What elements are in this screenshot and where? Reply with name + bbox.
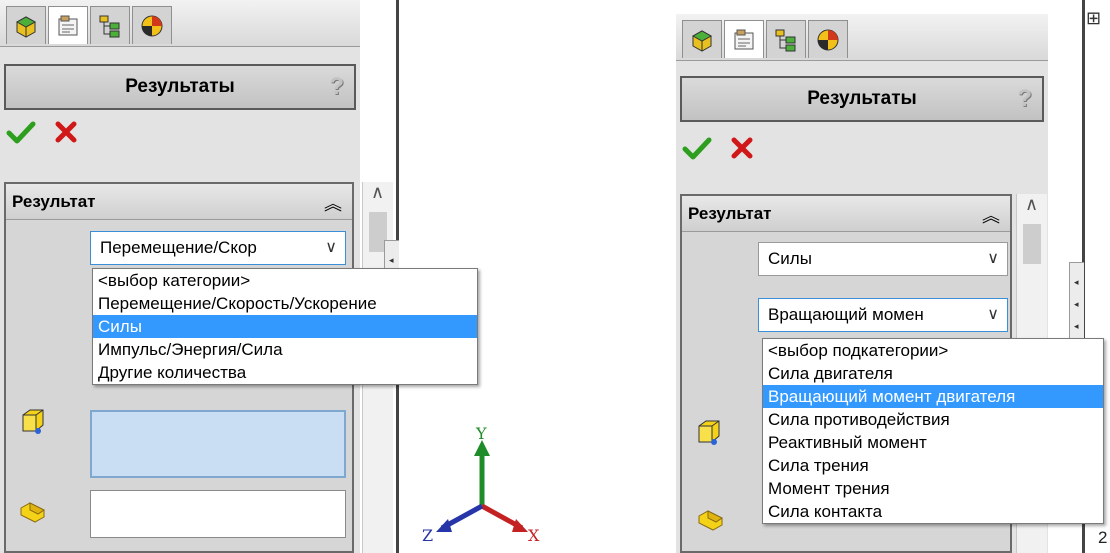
display-manager-icon bbox=[815, 27, 841, 53]
tab-configuration-manager[interactable] bbox=[90, 6, 130, 44]
chevron-down-icon: ∨ bbox=[987, 306, 999, 323]
category-combo-value: Силы bbox=[768, 249, 812, 268]
tab-property-manager[interactable] bbox=[48, 6, 88, 44]
left-selection-box[interactable] bbox=[90, 410, 346, 478]
left-ok-cancel bbox=[6, 120, 92, 144]
tab-configuration-manager[interactable] bbox=[766, 20, 806, 58]
dropdown-option[interactable]: Сила трения bbox=[763, 454, 1103, 477]
right-title-bar: Результаты ? bbox=[680, 76, 1044, 122]
result-group-header[interactable]: Результат ︽ bbox=[682, 196, 1010, 232]
right-property-manager: Результаты ? Результат ︽ Силы ∨ Вращающи… bbox=[676, 0, 1110, 553]
dropdown-option-selected[interactable]: Силы bbox=[93, 315, 477, 338]
category-combo-value: Перемещение/Скор bbox=[100, 238, 257, 257]
tab-display-manager[interactable] bbox=[808, 20, 848, 58]
cancel-x-icon[interactable] bbox=[730, 137, 768, 159]
tab-feature-manager[interactable] bbox=[6, 6, 46, 44]
tab-display-manager[interactable] bbox=[132, 6, 172, 44]
category-dropdown-list[interactable]: <выбор категории> Перемещение/Скорость/У… bbox=[92, 268, 478, 385]
panel-title: Результаты bbox=[125, 76, 235, 97]
dropdown-option[interactable]: Сила противодействия bbox=[763, 408, 1103, 431]
chevron-down-icon: ∨ bbox=[325, 239, 337, 256]
ok-check-icon[interactable] bbox=[6, 121, 54, 144]
left-title-bar: Результаты ? bbox=[4, 64, 356, 110]
dropdown-option[interactable]: <выбор подкатегории> bbox=[763, 339, 1103, 362]
subcategory-dropdown-list[interactable]: <выбор подкатегории> Сила двигателя Вращ… bbox=[762, 338, 1104, 524]
tab-feature-manager[interactable] bbox=[682, 20, 722, 58]
face-select-icon bbox=[696, 418, 722, 451]
feature-manager-icon bbox=[13, 13, 39, 39]
help-icon[interactable]: ? bbox=[1017, 85, 1032, 113]
collapse-chevron-icon[interactable]: ︽ bbox=[324, 190, 342, 216]
configuration-manager-icon bbox=[773, 27, 799, 53]
dropdown-option[interactable]: Другие количества bbox=[93, 361, 477, 384]
component-icon bbox=[18, 498, 48, 529]
dropdown-option[interactable]: <выбор категории> bbox=[93, 269, 477, 292]
dropdown-option-selected[interactable]: Вращающий момент двигателя bbox=[763, 385, 1103, 408]
collapse-chevron-icon[interactable]: ︽ bbox=[982, 202, 1000, 228]
display-manager-icon bbox=[139, 13, 165, 39]
tree-expand-icon[interactable]: ⊞ bbox=[1086, 8, 1101, 29]
property-manager-icon bbox=[731, 27, 757, 53]
scroll-up-icon[interactable]: ∧ bbox=[371, 182, 384, 203]
property-manager-icon bbox=[55, 13, 81, 39]
scroll-thumb[interactable] bbox=[1023, 224, 1041, 264]
dropdown-option[interactable]: Сила контакта bbox=[763, 500, 1103, 523]
scroll-up-icon[interactable]: ∧ bbox=[1025, 194, 1038, 215]
right-tab-bar bbox=[676, 14, 1048, 61]
edge-label: 2 bbox=[1098, 528, 1108, 547]
category-combo[interactable]: Силы ∨ bbox=[758, 242, 1008, 276]
category-combo[interactable]: Перемещение/Скор ∨ bbox=[90, 231, 346, 265]
component-icon bbox=[696, 506, 726, 537]
dropdown-option[interactable]: Импульс/Энергия/Сила bbox=[93, 338, 477, 361]
configuration-manager-icon bbox=[97, 13, 123, 39]
dropdown-option[interactable]: Реактивный момент bbox=[763, 431, 1103, 454]
right-ok-cancel bbox=[682, 136, 768, 160]
triad-x-label: X bbox=[528, 526, 540, 545]
result-group-header[interactable]: Результат ︽ bbox=[6, 184, 352, 220]
panel-title: Результаты bbox=[807, 88, 917, 109]
feature-manager-icon bbox=[689, 27, 715, 53]
dropdown-option[interactable]: Момент трения bbox=[763, 477, 1103, 500]
left-component-field[interactable] bbox=[90, 490, 346, 538]
ok-check-icon[interactable] bbox=[682, 137, 730, 160]
tab-property-manager[interactable] bbox=[724, 20, 764, 58]
triad-z-label: Z bbox=[422, 526, 434, 545]
cancel-x-icon[interactable] bbox=[54, 121, 92, 143]
right-top-gap bbox=[676, 0, 1048, 14]
left-tab-bar bbox=[0, 0, 360, 47]
left-property-manager: Результаты ? Результат ︽ Перемещение/Ско… bbox=[0, 0, 478, 553]
dropdown-option[interactable]: Перемещение/Скорость/Ускорение bbox=[93, 292, 477, 315]
triad-y-label: Y bbox=[476, 424, 487, 443]
result-group-title: Результат bbox=[12, 192, 96, 211]
chevron-down-icon: ∨ bbox=[987, 250, 999, 267]
help-icon[interactable]: ? bbox=[329, 73, 344, 101]
dropdown-option[interactable]: Сила двигателя bbox=[763, 362, 1103, 385]
face-select-icon bbox=[20, 407, 46, 440]
subcategory-combo[interactable]: Вращающий момен ∨ bbox=[758, 298, 1008, 332]
result-group-title: Результат bbox=[688, 204, 772, 223]
reference-triad: Y X Z bbox=[418, 424, 548, 548]
subcategory-combo-value: Вращающий момен bbox=[768, 305, 924, 324]
